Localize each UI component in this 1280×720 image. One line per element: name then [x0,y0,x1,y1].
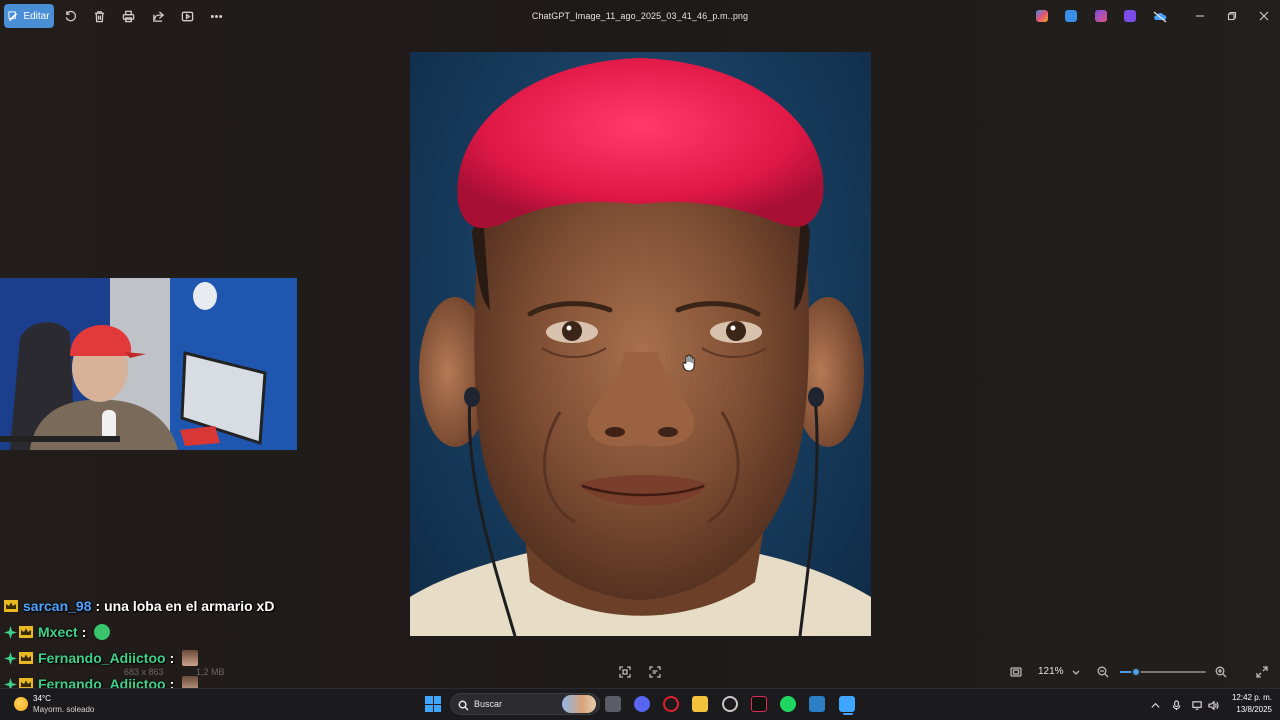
chat-emote-icon [94,624,111,640]
onedrive-app-icon[interactable] [1153,10,1167,23]
clock-date[interactable]: 13/8/2025 [1226,705,1272,714]
opera-gx-icon[interactable] [663,696,679,712]
chat-text: : [81,624,87,640]
zoom-level[interactable]: 121% [1038,666,1064,677]
chat-text: : una loba en el armario xD [95,598,275,614]
volume-icon[interactable] [1208,698,1220,711]
search-highlight-icon [562,695,596,713]
weather-description[interactable]: Mayorm. soleado [33,705,94,714]
microphone-icon[interactable] [1171,698,1183,711]
actual-size-icon[interactable] [1010,665,1024,679]
paint-app-icon[interactable] [1065,10,1077,22]
chat-username: sarcan_98 [23,598,92,614]
displayed-image[interactable] [410,52,871,636]
clipchamp-app-icon[interactable] [1095,10,1107,22]
discord-icon[interactable] [634,696,650,712]
streamer-webcam [0,278,297,450]
photos-app-window: Editar ChatGPT_Image_11_ago_2025_03_41_4… [0,0,1280,720]
file-explorer-icon[interactable] [692,696,708,712]
file-name: ChatGPT_Image_11_ago_2025_03_41_46_p.m..… [531,11,749,21]
search-icon [458,698,470,711]
obs-studio-icon[interactable] [722,696,738,712]
image-dimensions: 683 x 863 [124,667,164,677]
fit-to-window-icon[interactable] [619,665,633,679]
hand-cursor-icon [682,354,695,372]
crown-badge-icon [4,600,18,612]
zoom-dropdown-chevron-icon[interactable] [1070,665,1084,679]
zoom-out-icon[interactable] [1097,665,1111,679]
chevron-up-icon[interactable] [1150,698,1162,710]
chat-message: Mxect : [4,619,324,645]
search-placeholder: Buscar [474,699,503,709]
viewer-bottom-bar [0,658,1280,686]
plus-badge-icon [4,625,17,639]
task-view-icon[interactable] [605,696,621,712]
file-size: 1,2 MB [196,667,225,677]
clock-time[interactable]: 12:42 p. m. [1226,693,1272,702]
zoom-in-icon[interactable] [1215,665,1229,679]
chat-username: Mxect [38,624,78,640]
copilot-app-icon[interactable] [1036,10,1048,22]
network-icon[interactable] [1192,698,1204,710]
chat-message: sarcan_98 : una loba en el armario xD [4,593,324,619]
visual-search-icon[interactable] [649,665,663,679]
close-button[interactable] [1257,9,1271,23]
title-bar: Editar ChatGPT_Image_11_ago_2025_03_41_4… [0,0,1280,34]
spotify-icon[interactable] [780,696,796,712]
weather-sun-icon[interactable] [14,697,28,711]
crown-badge-icon [19,626,33,638]
minimize-button[interactable] [1193,9,1207,23]
designer-app-icon[interactable] [1124,10,1136,22]
restore-button[interactable] [1225,9,1239,23]
fullscreen-icon[interactable] [1256,665,1270,679]
capcut-icon[interactable] [809,696,825,712]
zoom-slider[interactable] [1120,667,1206,677]
tiktok-live-icon[interactable] [751,696,767,712]
active-app-indicator [843,713,853,715]
photos-app-icon[interactable] [839,696,855,712]
weather-temperature[interactable]: 34°C [33,694,51,703]
start-button[interactable] [425,696,441,712]
